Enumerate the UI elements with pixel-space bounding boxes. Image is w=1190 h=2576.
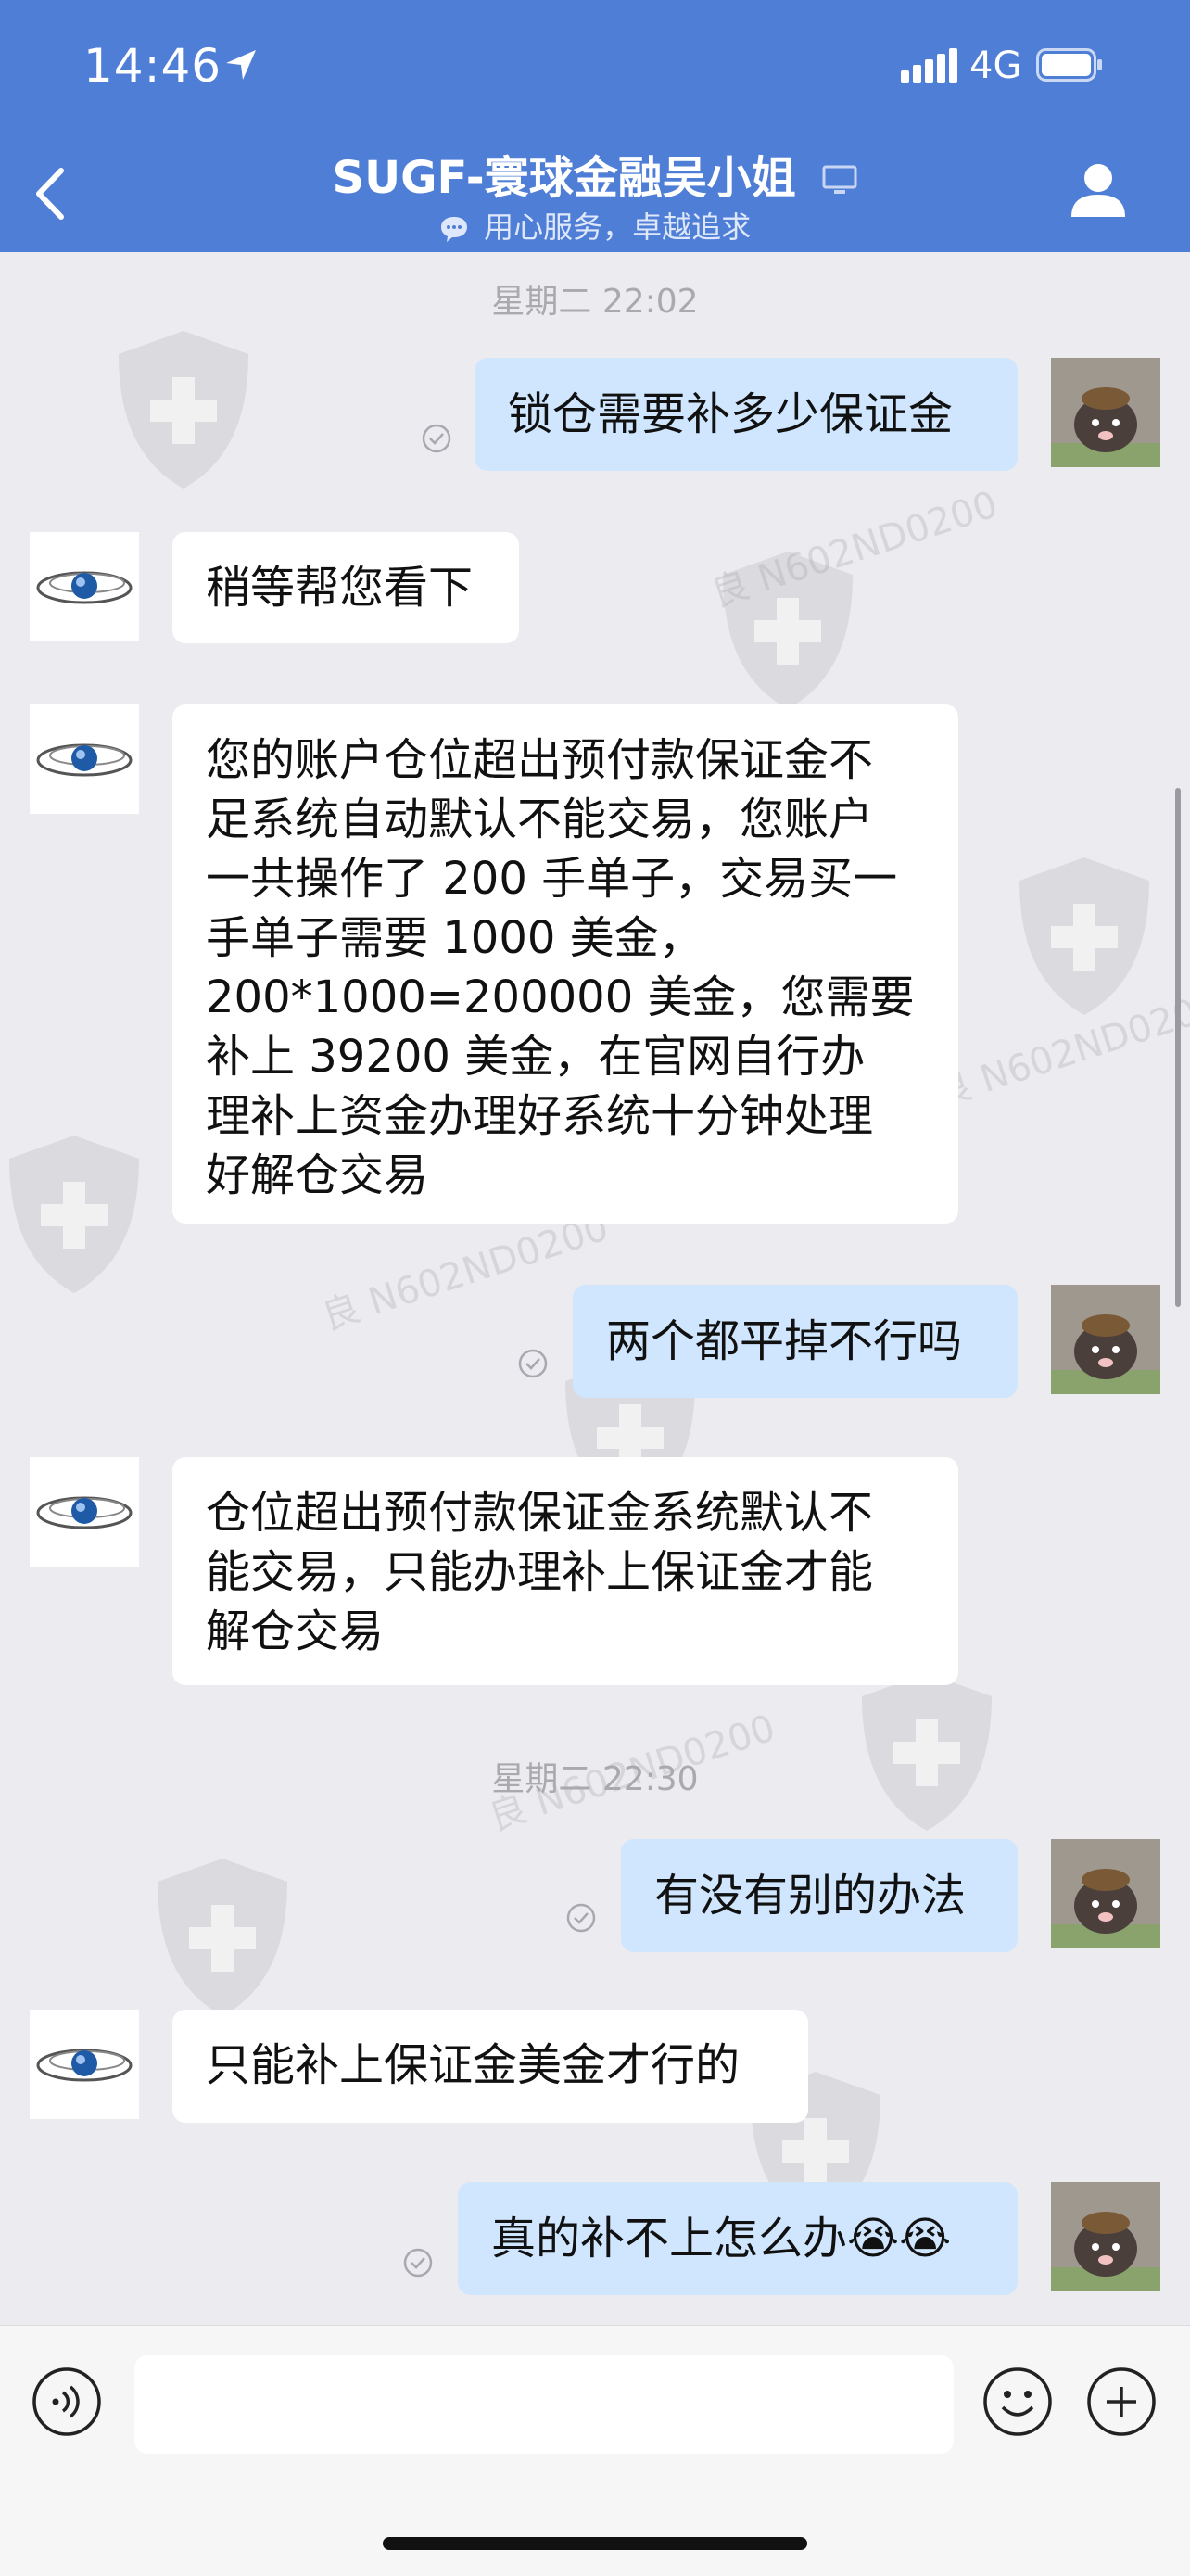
message-line: 理补上资金办理好系统十分钟处理	[206, 1090, 874, 1142]
status-time: 14:46	[83, 39, 222, 93]
watermark-shield-icon	[723, 552, 853, 709]
voice-icon[interactable]	[32, 2367, 102, 2437]
message-text: 有没有别的办法	[654, 1870, 967, 1922]
contact-name: SUGF-寰球金融吴小姐	[332, 152, 796, 204]
cartoon-avatar-icon	[1051, 1839, 1160, 1948]
outgoing-message-bubble[interactable]: 真的补不上怎么办😭😭	[458, 2182, 1018, 2295]
message-line: 仓位超出预付款保证金系统默认不	[206, 1487, 874, 1539]
outgoing-message-bubble[interactable]: 两个都平掉不行吗	[573, 1285, 1018, 1398]
message-line: 您的账户仓位超出预付款保证金不	[206, 734, 874, 786]
watermark-shield-icon	[119, 331, 248, 489]
agent-avatar[interactable]	[30, 704, 139, 814]
chat-bubble-icon	[440, 217, 467, 242]
person-icon[interactable]	[1068, 159, 1129, 221]
watermark-text: 良 N602ND0200	[929, 983, 1190, 1116]
message-input[interactable]	[134, 2355, 954, 2454]
chat-subtitle: 用心服务，卓越追求	[0, 204, 1190, 247]
message-line: 足系统自动默认不能交易，您账户	[206, 793, 874, 845]
message-line: 能交易，只能办理补上保证金才能	[206, 1546, 874, 1598]
watermark-shield-icon	[9, 1136, 139, 1293]
battery-icon	[1036, 48, 1102, 82]
incoming-message-bubble[interactable]: 您的账户仓位超出预付款保证金不 足系统自动默认不能交易，您账户 一共操作了 20…	[172, 704, 958, 1224]
sent-check-icon	[403, 2248, 433, 2278]
subtitle-text: 用心服务，卓越追求	[484, 209, 752, 245]
location-arrow-icon	[226, 50, 256, 80]
globe-logo-icon	[36, 2049, 133, 2082]
cartoon-avatar-icon	[1051, 358, 1160, 467]
message-text: 真的补不上怎么办😭😭	[491, 2213, 952, 2265]
globe-logo-icon	[36, 743, 133, 777]
message-timestamp: 星期二 22:02	[491, 283, 699, 321]
message-input-bar	[0, 2325, 1190, 2576]
globe-logo-icon	[36, 1496, 133, 1529]
incoming-message-bubble[interactable]: 只能补上保证金美金才行的	[172, 2010, 808, 2123]
outgoing-message-bubble[interactable]: 锁仓需要补多少保证金	[475, 358, 1018, 471]
cartoon-avatar-icon	[1051, 2182, 1160, 2291]
watermark-text: 良 N602ND0200	[705, 483, 1003, 616]
message-timestamp: 星期二 22:30	[491, 1760, 699, 1798]
chat-title: SUGF-寰球金融吴小姐	[0, 141, 1190, 206]
message-text: 锁仓需要补多少保证金	[508, 388, 954, 440]
agent-avatar[interactable]	[30, 2010, 139, 2119]
message-line: 一共操作了 200 手单子，交易买一	[206, 853, 898, 905]
user-avatar[interactable]	[1051, 358, 1160, 467]
signal-icon	[901, 48, 958, 83]
emoji-icon[interactable]	[982, 2367, 1053, 2437]
globe-logo-icon	[36, 571, 133, 604]
agent-avatar[interactable]	[30, 1457, 139, 1567]
message-line: 解仓交易	[206, 1605, 385, 1657]
plus-icon[interactable]	[1086, 2367, 1157, 2437]
chat-header: 14:46 4G SUGF-寰球金融吴小姐 用心服务，卓越追求	[0, 0, 1190, 252]
message-line: 补上 39200 美金，在官网自行办	[206, 1031, 866, 1083]
message-line: 手单子需要 1000 美金，	[206, 912, 703, 964]
user-avatar[interactable]	[1051, 2182, 1160, 2291]
incoming-message-bubble[interactable]: 仓位超出预付款保证金系统默认不 能交易，只能办理补上保证金才能 解仓交易	[172, 1457, 958, 1685]
cartoon-avatar-icon	[1051, 1285, 1160, 1394]
sent-check-icon	[422, 424, 451, 453]
agent-avatar[interactable]	[30, 532, 139, 641]
user-avatar[interactable]	[1051, 1285, 1160, 1394]
message-text: 只能补上保证金美金才行的	[206, 2039, 741, 2091]
scroll-indicator[interactable]	[1175, 788, 1181, 1307]
pc-icon	[822, 165, 857, 194]
incoming-message-bubble[interactable]: 稍等帮您看下	[172, 532, 519, 643]
message-line: 好解仓交易	[206, 1149, 429, 1201]
message-text: 稍等帮您看下	[206, 562, 474, 614]
message-line: 200*1000=200000 美金，您需要	[206, 971, 915, 1023]
sent-check-icon	[566, 1903, 596, 1933]
user-avatar[interactable]	[1051, 1839, 1160, 1948]
message-text: 两个都平掉不行吗	[606, 1315, 963, 1367]
watermark-shield-icon	[1019, 857, 1149, 1015]
network-type: 4G	[969, 44, 1022, 87]
outgoing-message-bubble[interactable]: 有没有别的办法	[621, 1839, 1018, 1952]
home-indicator	[383, 2537, 807, 2550]
watermark-shield-icon	[158, 1859, 287, 2016]
sent-check-icon	[518, 1349, 548, 1378]
